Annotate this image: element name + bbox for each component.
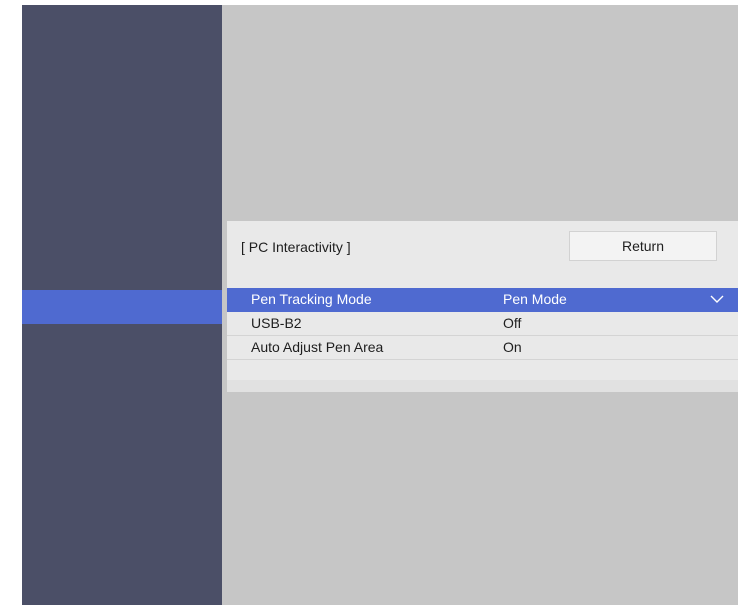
return-button[interactable]: Return: [569, 231, 717, 261]
pc-interactivity-panel: [ PC Interactivity ] Return Pen Tracking…: [227, 221, 738, 392]
panel-header: [ PC Interactivity ] Return: [227, 221, 738, 288]
setting-row-pen-tracking-mode[interactable]: Pen Tracking Mode Pen Mode: [227, 288, 738, 312]
menu-sidebar: [22, 5, 222, 605]
setting-row-usb-b2[interactable]: USB-B2 Off: [227, 312, 738, 336]
panel-title: [ PC Interactivity ]: [241, 239, 351, 255]
setting-value: Pen Mode: [503, 291, 567, 307]
setting-value: On: [503, 339, 522, 355]
projector-menu-screen: [ PC Interactivity ] Return Pen Tracking…: [22, 5, 738, 605]
settings-list: Pen Tracking Mode Pen Mode USB-B2 Off Au…: [227, 288, 738, 360]
sidebar-selected-item[interactable]: [22, 290, 222, 324]
chevron-down-icon[interactable]: [710, 294, 724, 304]
setting-label: USB-B2: [251, 315, 302, 331]
setting-value: Off: [503, 315, 522, 331]
panel-footer: [227, 380, 738, 392]
setting-label: Auto Adjust Pen Area: [251, 339, 384, 355]
setting-row-auto-adjust-pen-area[interactable]: Auto Adjust Pen Area On: [227, 336, 738, 360]
setting-label: Pen Tracking Mode: [251, 291, 372, 307]
